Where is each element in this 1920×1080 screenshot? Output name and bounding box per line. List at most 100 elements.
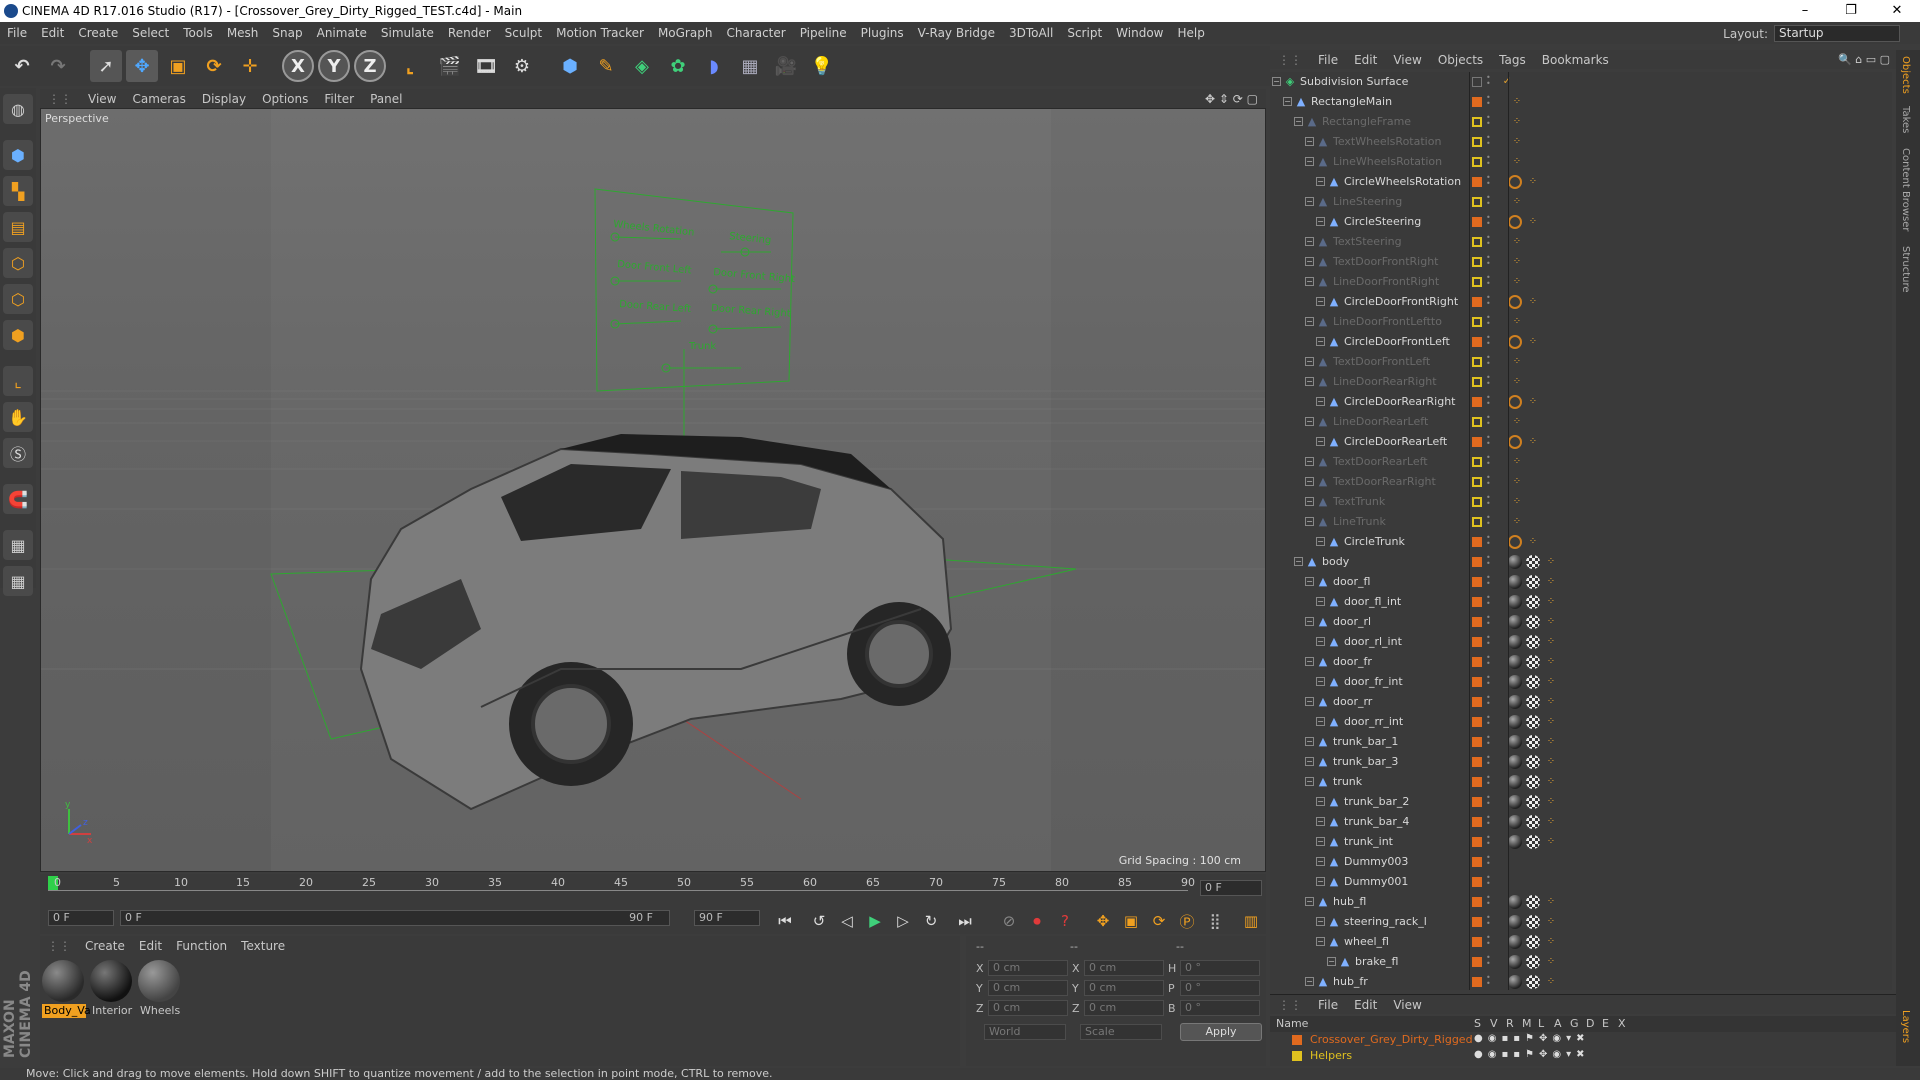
apply-button[interactable]: Apply <box>1180 1023 1262 1041</box>
uvw-tag-icon[interactable] <box>1526 935 1540 949</box>
xpresso-tag-icon[interactable]: ⁘ <box>1526 175 1540 189</box>
move-tool-icon[interactable]: ✥ <box>126 50 158 82</box>
object-row[interactable]: − ▲ TextDoorFrontLeft • • ⁘ <box>1270 352 1892 372</box>
coordinate-system-icon[interactable]: ⌞ <box>394 50 426 82</box>
polygons-mode-icon[interactable]: ⬢ <box>3 320 33 350</box>
cube-object-icon[interactable]: ⬢ <box>554 50 586 82</box>
xpresso-tag-icon[interactable]: ⁘ <box>1544 675 1558 689</box>
menu-render[interactable]: Render <box>441 26 498 40</box>
close-button[interactable]: ✕ <box>1874 0 1920 22</box>
object-row[interactable]: − ▲ hub_fl • • ⁘ <box>1270 892 1892 912</box>
menu-pipeline[interactable]: Pipeline <box>793 26 854 40</box>
material-item[interactable]: Wheels <box>138 960 182 1020</box>
pen-spline-icon[interactable]: ✎ <box>590 50 622 82</box>
xpresso-tag-icon[interactable]: ⁘ <box>1544 755 1558 769</box>
object-menu-edit[interactable]: Edit <box>1346 53 1385 67</box>
object-search-home-icons[interactable]: 🔍 ⌂ ▭ ▢ <box>1838 53 1890 66</box>
tab-takes[interactable]: Takes <box>1900 106 1911 133</box>
object-menu-tags[interactable]: Tags <box>1491 53 1534 67</box>
layer-color-swatch[interactable] <box>1472 117 1482 127</box>
layer-menu-edit[interactable]: Edit <box>1346 998 1385 1012</box>
object-row[interactable]: − ▲ steering_rack_l • • ⁘ <box>1270 912 1892 932</box>
menu-3dtoall[interactable]: 3DToAll <box>1002 26 1060 40</box>
layout-dropdown[interactable]: Startup <box>1774 25 1900 42</box>
expand-toggle-icon[interactable]: − <box>1316 637 1325 646</box>
layer-color-swatch[interactable] <box>1472 357 1482 367</box>
object-row[interactable]: − ▲ trunk_bar_4 • • ⁘ <box>1270 812 1892 832</box>
redo-icon[interactable]: ↷ <box>42 50 74 82</box>
y-axis-lock-button[interactable]: Y <box>318 50 350 82</box>
visibility-dots[interactable]: • • <box>1486 814 1491 829</box>
xpresso-tag-icon[interactable]: ⁘ <box>1510 355 1524 369</box>
visibility-dots[interactable]: • • <box>1486 474 1491 489</box>
visibility-dots[interactable]: • • <box>1486 214 1491 229</box>
object-row[interactable]: − ▲ trunk • • ⁘ <box>1270 772 1892 792</box>
visibility-dots[interactable]: • • <box>1486 94 1491 109</box>
key-scale-icon[interactable]: ▣ <box>1120 910 1142 932</box>
object-row[interactable]: − ▲ wheel_fl • • ⁘ <box>1270 932 1892 952</box>
size-z-field[interactable]: 0 cm <box>1084 1000 1164 1016</box>
menu-animate[interactable]: Animate <box>310 26 374 40</box>
object-row[interactable]: − ▲ trunk_bar_3 • • ⁘ <box>1270 752 1892 772</box>
layer-color-swatch[interactable] <box>1472 537 1482 547</box>
visibility-dots[interactable]: • • <box>1486 434 1491 449</box>
expand-toggle-icon[interactable]: − <box>1294 117 1303 126</box>
workplane-mode-icon[interactable]: ▤ <box>3 212 33 242</box>
visibility-dots[interactable]: • • <box>1486 174 1491 189</box>
layer-color-swatch[interactable] <box>1472 677 1482 687</box>
goto-start-icon[interactable]: ⏮ <box>774 910 796 932</box>
render-view-icon[interactable]: 🎬 <box>434 50 466 82</box>
visibility-dots[interactable]: • • <box>1486 354 1491 369</box>
xpresso-tag-icon[interactable]: ⁘ <box>1510 515 1524 529</box>
xpresso-tag-icon[interactable]: ⁘ <box>1544 955 1558 969</box>
layer-color-swatch[interactable] <box>1472 637 1482 647</box>
menu-file[interactable]: File <box>0 26 34 40</box>
material-tag-icon[interactable] <box>1508 575 1522 589</box>
expand-toggle-icon[interactable]: − <box>1316 717 1325 726</box>
visibility-dots[interactable]: • • <box>1486 134 1491 149</box>
layer-row[interactable]: Crossover_Grey_Dirty_Rigged ●◉▪▪⚑✥◉▾✖ <box>1270 1032 1900 1048</box>
workplane-align-icon[interactable]: ▦ <box>3 566 33 596</box>
visibility-dots[interactable]: • • <box>1486 714 1491 729</box>
key-parameter-icon[interactable]: Ⓟ <box>1176 910 1198 932</box>
material-menu-edit[interactable]: Edit <box>132 939 169 953</box>
layer-color-swatch[interactable] <box>1472 957 1482 967</box>
expand-toggle-icon[interactable]: − <box>1316 337 1325 346</box>
visibility-dots[interactable]: • • <box>1486 694 1491 709</box>
restriction-tag-icon[interactable] <box>1508 435 1522 449</box>
material-tag-icon[interactable] <box>1508 775 1522 789</box>
edges-mode-icon[interactable]: ⬡ <box>3 284 33 314</box>
xpresso-tag-icon[interactable]: ⁘ <box>1510 475 1524 489</box>
expand-toggle-icon[interactable]: − <box>1305 577 1314 586</box>
xpresso-tag-icon[interactable]: ⁘ <box>1510 495 1524 509</box>
material-tag-icon[interactable] <box>1508 835 1522 849</box>
visibility-dots[interactable]: • • <box>1486 374 1491 389</box>
xpresso-tag-icon[interactable]: ⁘ <box>1526 535 1540 549</box>
object-row[interactable]: − ▲ LineTrunk • • ⁘ <box>1270 512 1892 532</box>
visibility-dots[interactable]: • • <box>1486 854 1491 869</box>
uvw-tag-icon[interactable] <box>1526 655 1540 669</box>
object-row[interactable]: − ▲ hub_fr • • ⁘ <box>1270 972 1892 990</box>
expand-toggle-icon[interactable]: − <box>1305 497 1314 506</box>
xpresso-tag-icon[interactable]: ⁘ <box>1544 655 1558 669</box>
xpresso-tag-icon[interactable]: ⁘ <box>1510 375 1524 389</box>
points-mode-icon[interactable]: ⬡ <box>3 248 33 278</box>
expand-toggle-icon[interactable]: − <box>1305 197 1314 206</box>
object-row[interactable]: − ▲ LineDoorRearRight • • ⁘ <box>1270 372 1892 392</box>
solo-mode-icon[interactable]: Ⓢ <box>3 438 33 468</box>
viewport-menu-view[interactable]: View <box>80 92 124 106</box>
expand-toggle-icon[interactable]: − <box>1316 797 1325 806</box>
subdivision-surface-icon[interactable]: ◈ <box>626 50 658 82</box>
material-tag-icon[interactable] <box>1508 635 1522 649</box>
live-selection-icon[interactable]: ➚ <box>90 50 122 82</box>
rotation-b-field[interactable]: 0 ° <box>1180 1000 1260 1016</box>
expand-toggle-icon[interactable]: − <box>1316 217 1325 226</box>
expand-toggle-icon[interactable]: − <box>1305 417 1314 426</box>
expand-toggle-icon[interactable]: − <box>1316 677 1325 686</box>
expand-toggle-icon[interactable]: − <box>1316 177 1325 186</box>
xpresso-tag-icon[interactable]: ⁘ <box>1510 455 1524 469</box>
object-row[interactable]: − ▲ door_rr • • ⁘ <box>1270 692 1892 712</box>
visibility-dots[interactable]: • • <box>1486 674 1491 689</box>
minimize-button[interactable]: – <box>1782 0 1828 22</box>
layer-color-swatch[interactable] <box>1472 597 1482 607</box>
